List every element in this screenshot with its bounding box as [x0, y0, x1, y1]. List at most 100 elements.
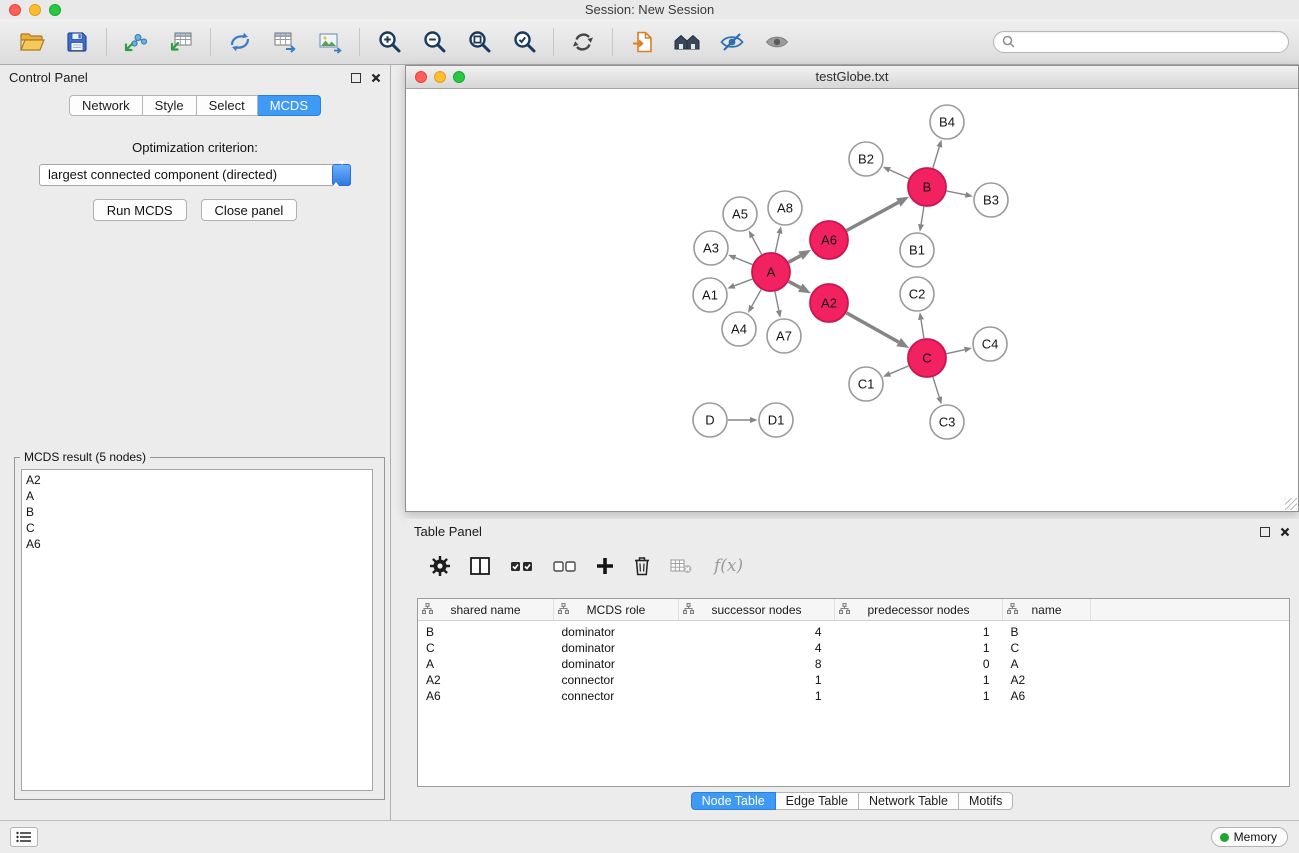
table-cell[interactable]: C	[418, 640, 554, 656]
tab-network-table[interactable]: Network Table	[859, 792, 959, 810]
graph-edge-B-B3[interactable]	[947, 191, 966, 195]
table-cell[interactable]: dominator	[554, 640, 679, 656]
table-cell[interactable]: 8	[679, 656, 835, 672]
graph-edge-A-A6[interactable]	[789, 256, 801, 263]
table-cell[interactable]: A	[418, 656, 554, 672]
table-cell[interactable]: A2	[418, 672, 554, 688]
table-cell[interactable]: B	[1003, 621, 1091, 641]
delete-column-button[interactable]	[632, 555, 652, 577]
result-item[interactable]: A6	[26, 536, 368, 552]
table-cell[interactable]: A2	[1003, 672, 1091, 688]
zoom-network-button[interactable]	[453, 71, 465, 83]
graph-edge-A-A2[interactable]	[789, 281, 801, 287]
refresh-layout-button[interactable]	[565, 24, 601, 60]
zoom-selected-button[interactable]	[506, 24, 542, 60]
zoom-in-button[interactable]	[371, 24, 407, 60]
tab-motifs[interactable]: Motifs	[959, 792, 1013, 810]
column-header-MCDS-role[interactable]: MCDS role	[554, 599, 679, 621]
export-image-button[interactable]	[312, 24, 348, 60]
table-cell[interactable]: C	[1003, 640, 1091, 656]
close-panel-icon[interactable]	[371, 73, 381, 83]
search-input[interactable]	[1020, 33, 1280, 50]
table-cell[interactable]: 1	[679, 688, 835, 704]
graph-edge-A-A3[interactable]	[735, 258, 752, 265]
column-header-shared-name[interactable]: shared name	[418, 599, 554, 621]
import-table-button[interactable]	[163, 24, 199, 60]
memory-button[interactable]: Memory	[1211, 827, 1288, 847]
table-cell[interactable]: 1	[835, 621, 1003, 641]
result-item[interactable]: A	[26, 488, 368, 504]
table-cell[interactable]: 1	[835, 672, 1003, 688]
tab-style[interactable]: Style	[143, 95, 197, 116]
close-panel-icon[interactable]	[1280, 527, 1290, 537]
tab-mcds[interactable]: MCDS	[258, 95, 321, 116]
graph-edge-B-B2[interactable]	[890, 170, 909, 179]
graph-edge-C-C1[interactable]	[890, 366, 909, 374]
graph-edge-A-A4[interactable]	[752, 289, 761, 306]
export-table-button[interactable]	[267, 24, 303, 60]
graph-edge-A-A1[interactable]	[734, 279, 752, 286]
tab-node-table[interactable]: Node Table	[691, 792, 776, 810]
close-network-button[interactable]	[415, 71, 427, 83]
select-columns-button[interactable]	[468, 555, 492, 577]
result-item[interactable]: C	[26, 520, 368, 536]
table-cell[interactable]: 4	[679, 640, 835, 656]
table-row[interactable]: Cdominator41C	[418, 640, 1289, 656]
table-cell[interactable]: B	[418, 621, 554, 641]
import-network-button[interactable]	[118, 24, 154, 60]
add-column-button[interactable]	[595, 556, 615, 576]
column-header-successor-nodes[interactable]: successor nodes	[679, 599, 835, 621]
graph-edge-B-B4[interactable]	[933, 147, 939, 168]
table-cell[interactable]: connector	[554, 688, 679, 704]
tab-edge-table[interactable]: Edge Table	[776, 792, 859, 810]
hide-panels-button[interactable]	[714, 24, 750, 60]
table-settings-button[interactable]	[429, 555, 451, 577]
close-window-button[interactable]	[9, 4, 21, 16]
zoom-window-button[interactable]	[49, 4, 61, 16]
graph-edge-B-B1[interactable]	[921, 207, 924, 225]
table-row[interactable]: Bdominator41B	[418, 621, 1289, 641]
network-canvas[interactable]: B4B2BB3A5A8A6B1A3AC2A1A2A4A7C4CC1C3DD1	[406, 89, 1298, 511]
graph-edge-A-A7[interactable]	[775, 292, 779, 311]
table-cell[interactable]: 1	[835, 688, 1003, 704]
table-cell[interactable]: A6	[1003, 688, 1091, 704]
hide-columns-button[interactable]	[669, 555, 693, 577]
save-session-button[interactable]	[59, 24, 95, 60]
resize-grip[interactable]	[1285, 498, 1297, 510]
table-row[interactable]: Adominator80A	[418, 656, 1289, 672]
minimize-network-button[interactable]	[434, 71, 446, 83]
float-panel-icon[interactable]	[351, 73, 361, 83]
column-header-name[interactable]: name	[1003, 599, 1091, 621]
close-panel-button[interactable]: Close panel	[201, 199, 298, 221]
graph-edge-C-C2[interactable]	[921, 320, 924, 339]
table-cell[interactable]: A	[1003, 656, 1091, 672]
table-cell[interactable]: A6	[418, 688, 554, 704]
graph-edge-A-A5[interactable]	[752, 237, 761, 254]
graph-edge-C-C4[interactable]	[947, 350, 965, 354]
run-mcds-button[interactable]: Run MCDS	[93, 199, 187, 221]
table-cell[interactable]: dominator	[554, 656, 679, 672]
network-overview-button[interactable]	[669, 24, 705, 60]
open-session-button[interactable]	[14, 24, 50, 60]
result-item[interactable]: B	[26, 504, 368, 520]
graph-edge-A6-B[interactable]	[847, 202, 899, 230]
panel-menu-button[interactable]	[10, 827, 38, 847]
criterion-dropdown[interactable]: largest connected component (directed)	[39, 164, 351, 186]
result-item[interactable]: A2	[26, 472, 368, 488]
export-network-button[interactable]	[222, 24, 258, 60]
table-row[interactable]: A2connector11A2	[418, 672, 1289, 688]
tab-select[interactable]: Select	[197, 95, 258, 116]
table-cell[interactable]: dominator	[554, 621, 679, 641]
graph-edge-C-C3[interactable]	[933, 377, 939, 397]
column-header-predecessor-nodes[interactable]: predecessor nodes	[835, 599, 1003, 621]
table-cell[interactable]: connector	[554, 672, 679, 688]
float-panel-icon[interactable]	[1260, 527, 1270, 537]
function-builder-button[interactable]: f(x)	[714, 556, 743, 576]
import-file-button[interactable]	[624, 24, 660, 60]
zoom-out-button[interactable]	[416, 24, 452, 60]
table-cell[interactable]: 1	[679, 672, 835, 688]
deselect-all-button[interactable]	[552, 555, 578, 577]
table-cell[interactable]: 4	[679, 621, 835, 641]
select-all-button[interactable]	[509, 555, 535, 577]
minimize-window-button[interactable]	[29, 4, 41, 16]
